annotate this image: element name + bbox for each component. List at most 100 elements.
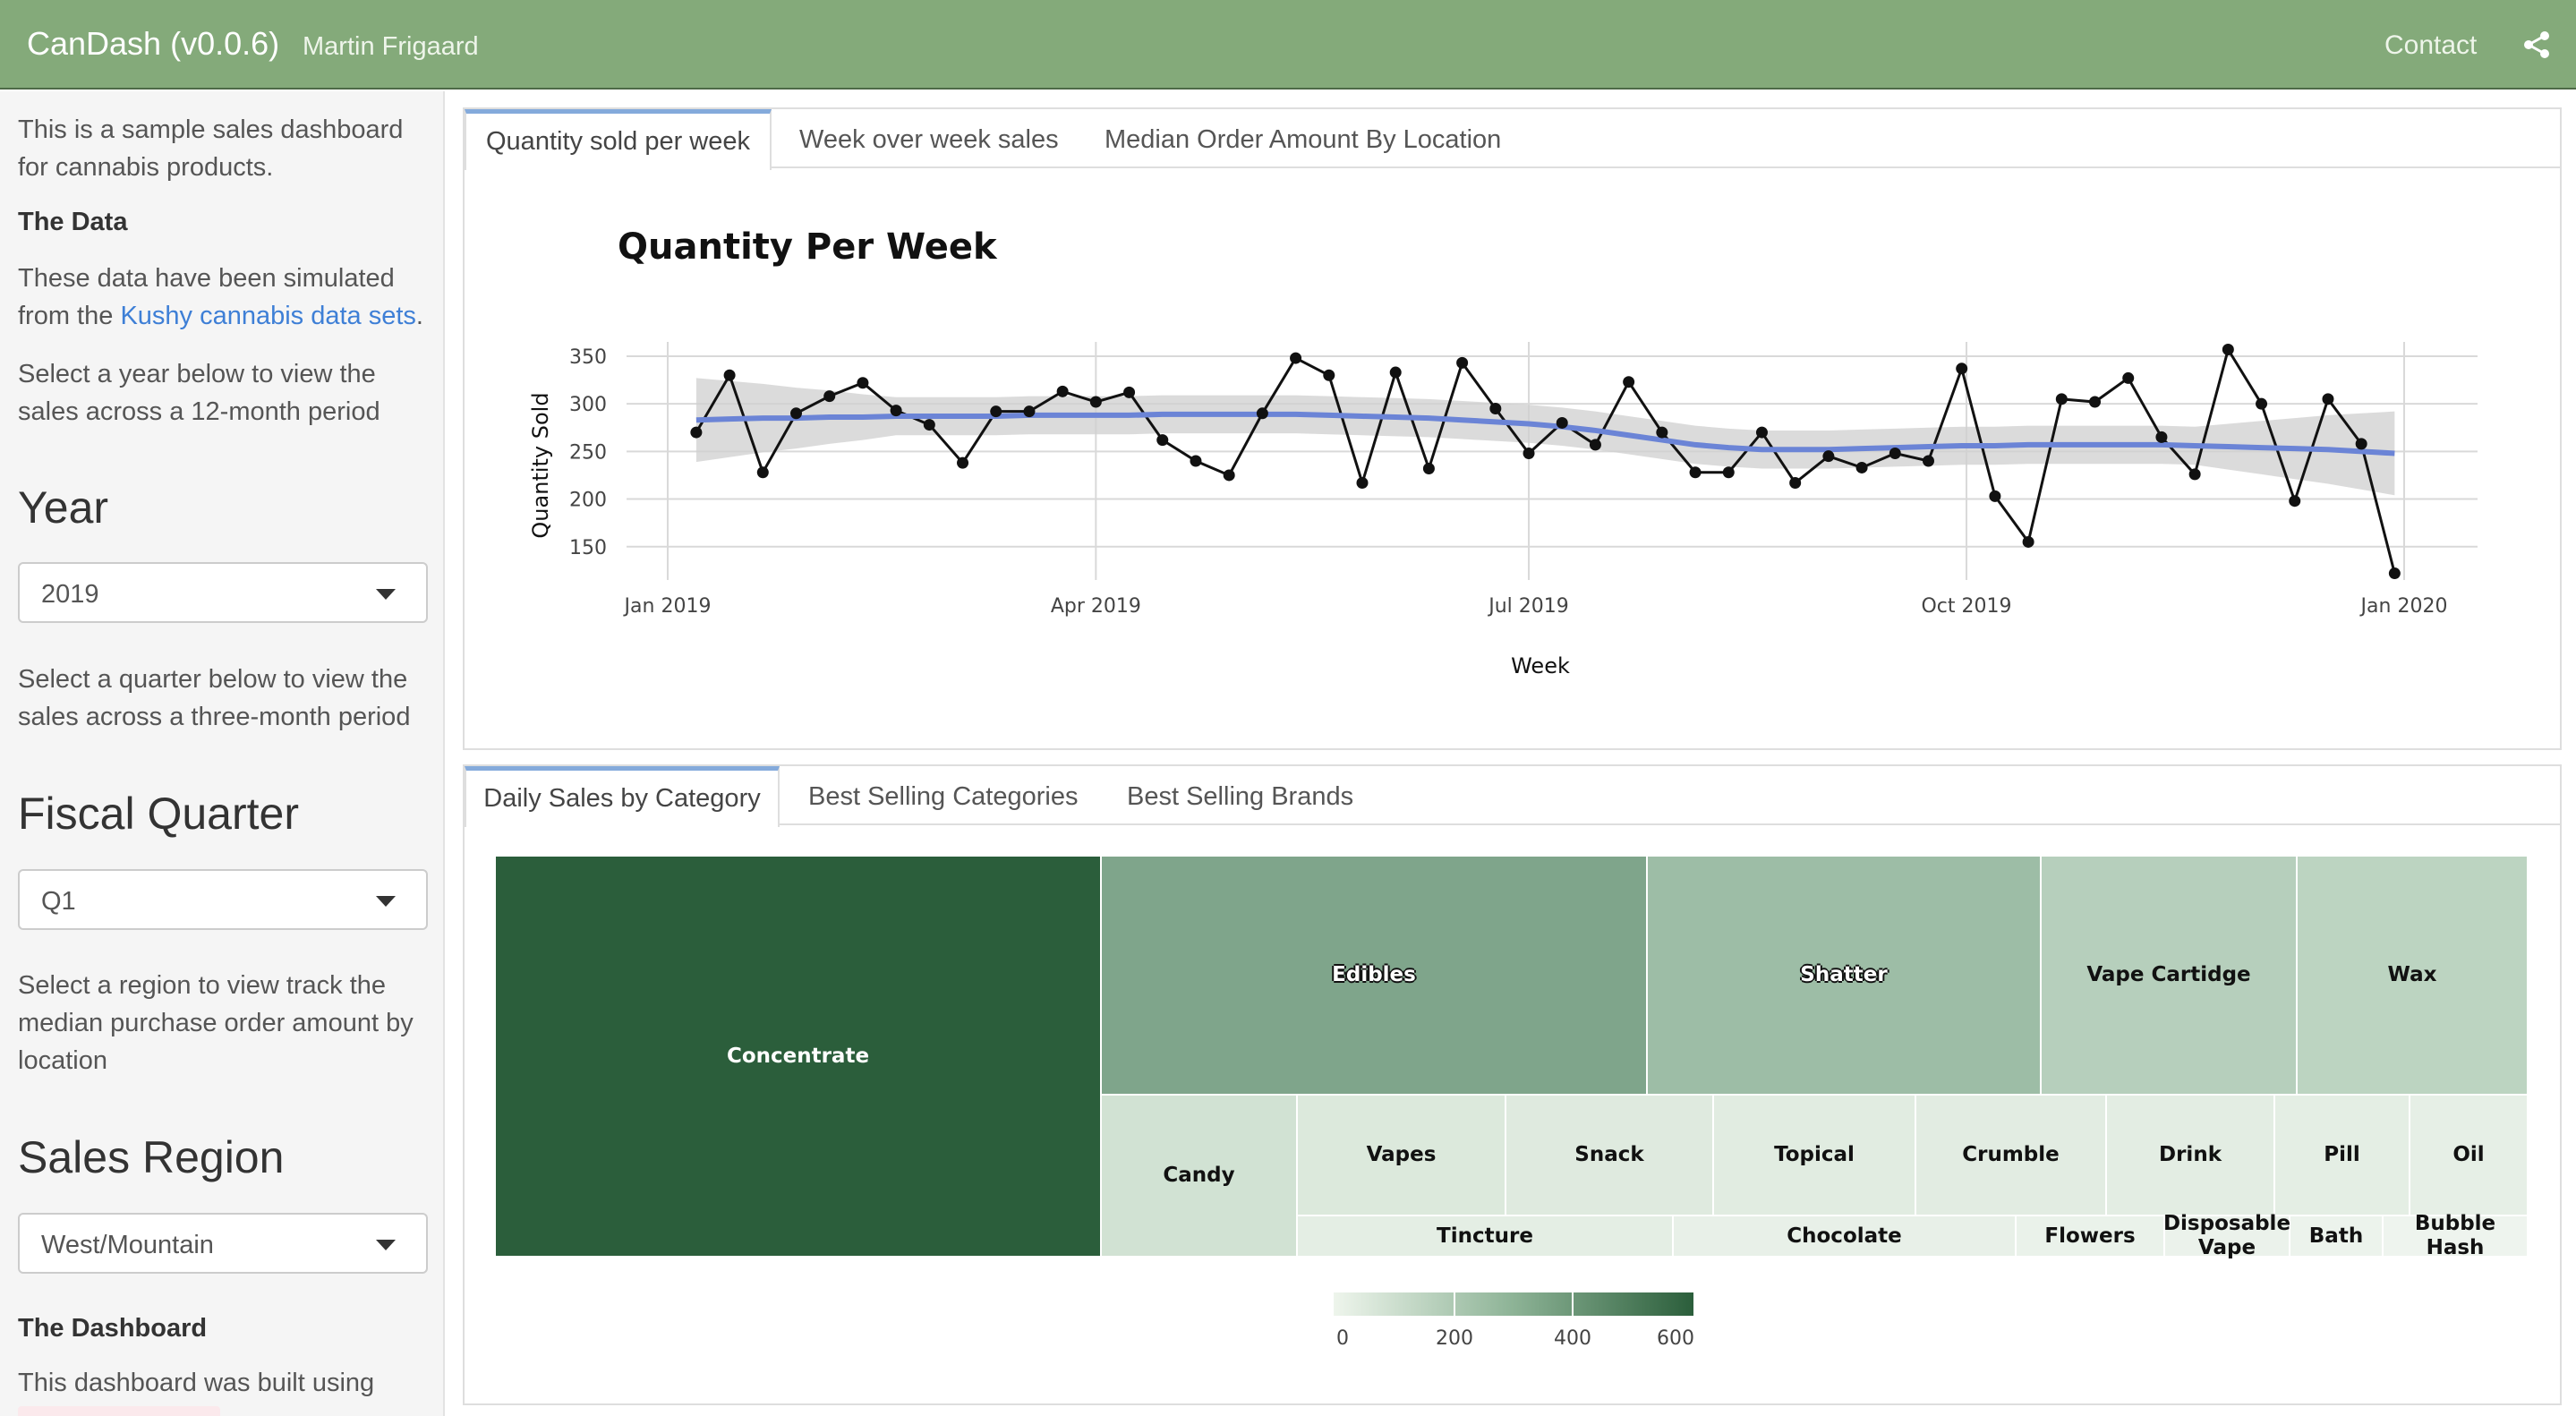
treemap-cell-vape-cartidge[interactable]: Vape Cartidge bbox=[2041, 856, 2297, 1095]
y-tick-label: 350 bbox=[569, 346, 607, 369]
region-select-value: West/Mountain bbox=[41, 1231, 214, 1259]
treemap-cell-oil[interactable]: Oil bbox=[2410, 1095, 2528, 1216]
y-tick-label: 150 bbox=[569, 537, 607, 559]
data-point bbox=[1123, 386, 1136, 398]
data-point bbox=[1056, 385, 1069, 397]
treemap-cell-drink[interactable]: Drink bbox=[2106, 1095, 2274, 1216]
data-point bbox=[1290, 352, 1302, 364]
quarter-select-value: Q1 bbox=[41, 887, 76, 916]
treemap-cell-wax[interactable]: Wax bbox=[2297, 856, 2528, 1095]
data-point bbox=[1889, 447, 1901, 459]
treemap-legend: 0 200 400 600 bbox=[1334, 1292, 1694, 1350]
treemap-cell-label: Vapes bbox=[1366, 1143, 1437, 1166]
y-tick-label: 300 bbox=[569, 394, 607, 416]
data-point bbox=[2256, 397, 2268, 410]
treemap-cell-crumble[interactable]: Crumble bbox=[1915, 1095, 2106, 1216]
legend-tick-label: 600 bbox=[1657, 1327, 1694, 1350]
region-select[interactable]: West/Mountain bbox=[18, 1213, 428, 1274]
treemap-cell-label: Candy bbox=[1163, 1164, 1235, 1187]
treemap-cell-flowers[interactable]: Flowers bbox=[2016, 1216, 2164, 1257]
dashboard-text: This dashboard was built using bbox=[18, 1369, 375, 1397]
data-point bbox=[2355, 438, 2367, 450]
data-point bbox=[2222, 344, 2234, 356]
legend-gradient bbox=[1334, 1292, 1693, 1316]
data-point bbox=[1190, 455, 1202, 467]
treemap-cell-disposable-vape[interactable]: Disposable Vape bbox=[2163, 1212, 2290, 1259]
tab-daily-sales-by-category[interactable]: Daily Sales by Category bbox=[465, 766, 780, 827]
treemap-cell-tincture[interactable]: Tincture bbox=[1297, 1216, 1673, 1257]
data-point bbox=[1023, 405, 1036, 418]
data-point bbox=[1722, 466, 1735, 479]
data-point bbox=[1356, 476, 1369, 489]
data-point bbox=[1689, 466, 1702, 479]
x-tick-label: Oct 2019 bbox=[1921, 595, 2011, 618]
treemap-cell-label: Bubble Hash bbox=[2414, 1212, 2496, 1259]
caret-down-icon bbox=[376, 1240, 396, 1250]
x-tick-label: Jan 2020 bbox=[2359, 595, 2448, 618]
data-point bbox=[1323, 369, 1335, 381]
treemap-cell-pill[interactable]: Pill bbox=[2274, 1095, 2410, 1216]
data-point bbox=[690, 426, 703, 439]
data-point bbox=[1656, 426, 1668, 439]
data-point bbox=[1422, 463, 1435, 475]
data-point bbox=[1523, 447, 1535, 459]
data-point bbox=[723, 369, 736, 381]
data-point bbox=[890, 405, 902, 417]
quarter-heading: Fiscal Quarter bbox=[18, 789, 299, 839]
y-axis-label: Quantity Sold bbox=[528, 392, 553, 538]
x-tick-label: Jan 2019 bbox=[623, 595, 712, 618]
treemap-cell-snack[interactable]: Snack bbox=[1506, 1095, 1713, 1216]
treemap-cell-chocolate[interactable]: Chocolate bbox=[1673, 1216, 2016, 1257]
data-point bbox=[1556, 416, 1568, 429]
treemap-cell-bubble-hash[interactable]: Bubble Hash bbox=[2383, 1212, 2528, 1259]
data-point bbox=[1089, 396, 1102, 408]
treemap-cell-label: Oil bbox=[2452, 1143, 2485, 1166]
data-point bbox=[1223, 469, 1235, 482]
treemap-cell-label: Tincture bbox=[1437, 1224, 1533, 1248]
treemap-cell-label: Concentrate bbox=[726, 1044, 870, 1068]
treemap-cell-edibles[interactable]: Edibles bbox=[1101, 856, 1647, 1095]
treemap-cell-candy[interactable]: Candy bbox=[1101, 1095, 1297, 1257]
data-point bbox=[2055, 393, 2068, 405]
tab-best-selling-brands[interactable]: Best Selling Brands bbox=[1127, 766, 1353, 825]
data-point bbox=[1855, 461, 1868, 473]
treemap-cell-label: Crumble bbox=[1962, 1143, 2060, 1166]
treemap-cell-bath[interactable]: Bath bbox=[2290, 1216, 2383, 1257]
data-point bbox=[1456, 356, 1469, 369]
tab-best-selling-categories[interactable]: Best Selling Categories bbox=[808, 766, 1078, 825]
data-point bbox=[2289, 495, 2301, 508]
x-tick-label: Apr 2019 bbox=[1051, 595, 1141, 618]
treemap-cell-label: Bath bbox=[2308, 1224, 2364, 1248]
data-point bbox=[957, 456, 969, 469]
data-point bbox=[923, 419, 935, 431]
treemap-cell-label: Disposable Vape bbox=[2162, 1212, 2291, 1259]
y-tick-label: 250 bbox=[569, 441, 607, 464]
data-point bbox=[1822, 450, 1835, 463]
treemap-cell-vapes[interactable]: Vapes bbox=[1297, 1095, 1506, 1216]
data-point bbox=[1623, 376, 1635, 388]
data-point bbox=[1156, 434, 1169, 447]
treemap-cell-topical[interactable]: Topical bbox=[1713, 1095, 1915, 1216]
data-point bbox=[2155, 431, 2168, 443]
data-point bbox=[756, 466, 769, 479]
data-point bbox=[2122, 371, 2135, 384]
data-point bbox=[857, 377, 869, 389]
quarter-select[interactable]: Q1 bbox=[18, 869, 428, 930]
treemap-cell-label: Flowers bbox=[2044, 1224, 2136, 1248]
dashboard-heading: The Dashboard bbox=[18, 1314, 208, 1343]
treemap-cell-label: Snack bbox=[1574, 1143, 1644, 1166]
bottom-tabbar: Daily Sales by Category Best Selling Cat… bbox=[465, 766, 2560, 827]
data-point bbox=[2322, 393, 2334, 405]
quantity-line-chart: 150 200 250 300 350 Jan 2019 Apr 2019 Jul 2019 O… bbox=[528, 342, 2478, 678]
y-tick-label: 200 bbox=[569, 490, 607, 512]
data-point bbox=[1256, 407, 1268, 420]
data-point bbox=[2388, 567, 2401, 580]
treemap-cell-concentrate[interactable]: Concentrate bbox=[495, 856, 1101, 1257]
treemap-cell-label: Drink bbox=[2159, 1143, 2222, 1166]
data-point bbox=[2188, 468, 2201, 481]
caret-down-icon bbox=[376, 896, 396, 907]
treemap-cell-shatter[interactable]: Shatter bbox=[1647, 856, 2041, 1095]
data-point bbox=[2089, 396, 2102, 408]
legend-tick-label: 400 bbox=[1554, 1327, 1591, 1350]
treemap-cell-label: Edibles bbox=[1332, 963, 1416, 986]
